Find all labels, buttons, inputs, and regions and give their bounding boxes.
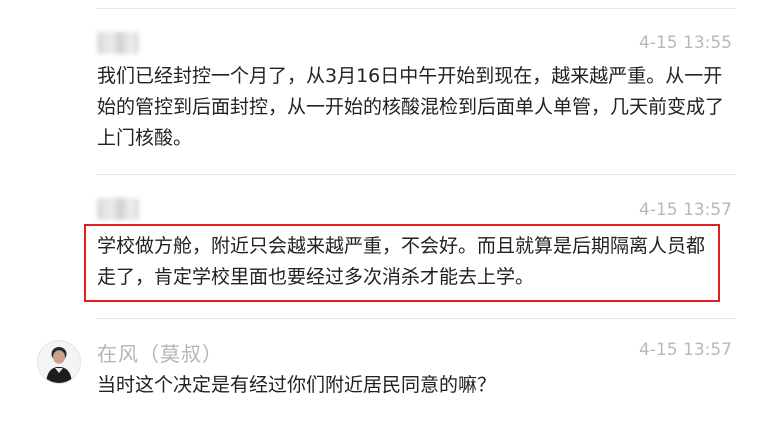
comment-timestamp: 4-15 13:57 xyxy=(639,340,732,360)
comment-text: 当时这个决定是有经过你们附近居民同意的嘛？ xyxy=(97,374,497,396)
divider xyxy=(97,318,735,319)
username-blurred[interactable] xyxy=(97,198,139,220)
comment-thread: 4-15 13:55 我们已经封控一个月了，从3月16日中午开始到现在，越来越严… xyxy=(0,0,765,444)
comment-text: 我们已经封控一个月了，从3月16日中午开始到现在，越来越严重。从一开始的管控到后… xyxy=(97,65,725,149)
divider xyxy=(97,8,735,9)
highlight-box xyxy=(84,224,720,302)
avatar[interactable] xyxy=(37,340,81,384)
divider xyxy=(97,174,735,175)
person-avatar-icon xyxy=(38,341,80,383)
comment-username[interactable]: 在风（莫叔） xyxy=(97,338,223,367)
username-blurred[interactable] xyxy=(97,32,139,54)
comment-timestamp: 4-15 13:55 xyxy=(639,33,732,53)
comment-timestamp: 4-15 13:57 xyxy=(639,200,732,220)
